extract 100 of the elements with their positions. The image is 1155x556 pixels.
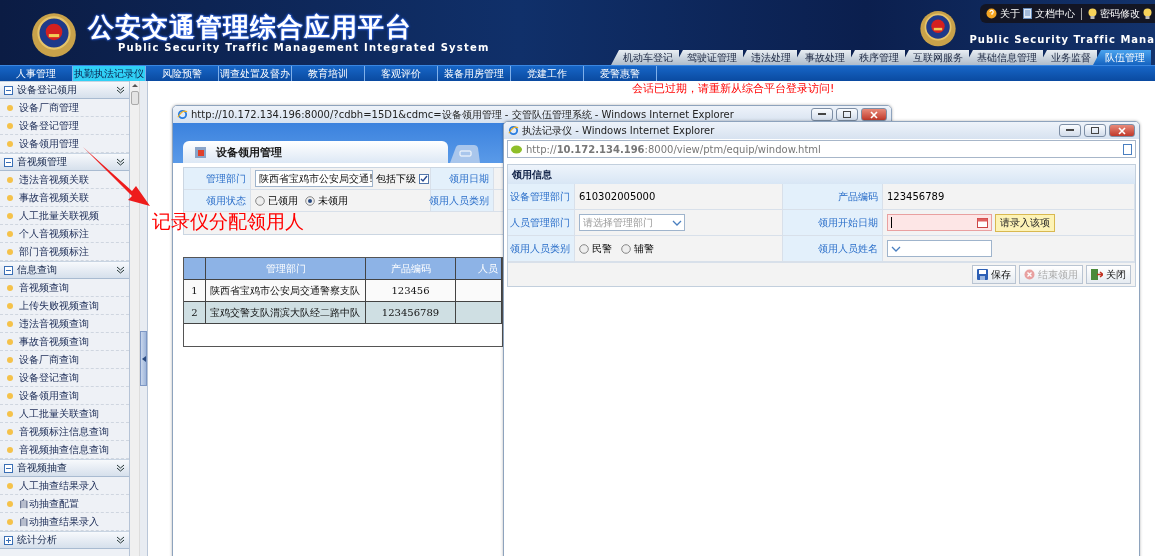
field-label: 领用状态 xyxy=(184,190,251,212)
sidebar-item[interactable]: 音视频标注信息查询 xyxy=(19,424,109,439)
bullet-icon xyxy=(7,482,13,489)
page-icon xyxy=(1123,143,1132,155)
bullet-icon xyxy=(7,176,13,183)
nav-item[interactable]: 教育培训 xyxy=(292,66,365,81)
sidebar-item[interactable]: 设备领用管理 xyxy=(19,136,79,151)
dropdown-field[interactable]: 陕西省宝鸡市公安局交通! xyxy=(255,170,373,187)
sidebar-section-header[interactable]: 音视频抽查 xyxy=(0,459,129,477)
sidebar-section-header[interactable]: 音视频管理 xyxy=(0,153,129,171)
browser-icon xyxy=(508,125,519,136)
table-row[interactable]: 1 陕西省宝鸡市公安局交通警察支队 123456 xyxy=(184,280,502,302)
sidebar-item[interactable]: 违法音视频查询 xyxy=(19,316,89,331)
address-bar[interactable]: http://10.172.134.196:8000/view/ptm/equip/window.html xyxy=(507,140,1136,158)
radio-label: 民警 xyxy=(592,241,612,256)
bullet-icon xyxy=(7,374,13,381)
browser-icon xyxy=(177,109,188,120)
row-number: 2 xyxy=(184,302,206,323)
sidebar-section-header[interactable]: 信息查询 xyxy=(0,261,129,279)
close-button[interactable] xyxy=(1109,124,1135,137)
collapse-arrow-icon[interactable] xyxy=(141,355,146,362)
sidebar-item[interactable]: 设备厂商管理 xyxy=(19,100,79,115)
bullet-icon xyxy=(7,392,13,399)
nav-item[interactable]: 党建工作 xyxy=(511,66,584,81)
sidebar-item[interactable]: 音视频查询 xyxy=(19,280,69,295)
sidebar-item[interactable]: 违法音视频关联 xyxy=(19,172,89,187)
maximize-button[interactable] xyxy=(1084,124,1106,137)
sidebar-item[interactable]: 个人音视频标注 xyxy=(19,226,89,241)
chevron-down-icon xyxy=(116,464,125,472)
dropdown-field[interactable] xyxy=(887,240,992,257)
module-tab[interactable]: 机动车登记 xyxy=(611,50,679,65)
sidebar-item[interactable]: 自动抽查结果录入 xyxy=(19,514,99,529)
bullet-icon xyxy=(7,410,13,417)
bullet-icon xyxy=(7,500,13,507)
action-button[interactable]: 保存 xyxy=(972,265,1016,284)
nav-item[interactable]: 爱警惠警 xyxy=(584,66,657,81)
radio-button[interactable] xyxy=(621,243,631,254)
date-field[interactable] xyxy=(887,214,992,231)
text-cursor xyxy=(891,217,892,228)
sidebar-section-header[interactable]: 统计分析 xyxy=(0,531,129,549)
minimize-button[interactable] xyxy=(1059,124,1081,137)
bullet-icon xyxy=(7,356,13,363)
sidebar-item[interactable]: 事故音视频查询 xyxy=(19,334,89,349)
exit-icon xyxy=(1091,269,1103,280)
checkbox[interactable] xyxy=(419,173,429,184)
window-title: 执法记录仪 - Windows Internet Explorer xyxy=(522,123,716,138)
sidebar-item[interactable]: 设备登记查询 xyxy=(19,370,79,385)
maximize-icon xyxy=(843,111,851,118)
sidebar-item[interactable]: 音视频抽查信息查询 xyxy=(19,442,109,457)
radio-button[interactable] xyxy=(305,195,315,206)
toolbar-link[interactable]: 密码修改 xyxy=(1100,6,1140,21)
sidebar-item[interactable]: 人工批量关联视频 xyxy=(19,208,99,223)
app-subtitle: Public Security Traffic Management Integrated System xyxy=(118,42,490,53)
bullet-icon xyxy=(7,230,13,237)
chevron-down-icon xyxy=(116,158,125,166)
minimize-button[interactable] xyxy=(811,108,833,121)
close-button[interactable] xyxy=(861,108,887,121)
bullet-icon xyxy=(7,140,13,147)
sidebar-section-header[interactable]: 设备登记领用 xyxy=(0,81,129,99)
row-number: 1 xyxy=(184,280,206,301)
module-tab[interactable]: 队伍管理 xyxy=(1093,50,1151,65)
field-value: 123456789 xyxy=(887,191,945,202)
help-icon xyxy=(986,8,997,19)
stop-icon xyxy=(1024,269,1035,280)
maximize-icon xyxy=(1091,127,1099,134)
column-header: 人员 xyxy=(456,258,502,279)
sidebar-item[interactable]: 人工批量关联查询 xyxy=(19,406,99,421)
nav-item[interactable]: 执勤执法记录仪 xyxy=(73,66,146,81)
page-tab[interactable]: 设备领用管理 xyxy=(183,141,448,163)
app-subtitle: Public Security Traffic Mana xyxy=(969,34,1155,45)
sidebar-item[interactable]: 事故音视频关联 xyxy=(19,190,89,205)
scrollbar[interactable] xyxy=(130,81,140,556)
sidebar-item[interactable]: 设备领用查询 xyxy=(19,388,79,403)
table-cell: 123456789 xyxy=(366,302,456,323)
nav-item[interactable]: 客观评价 xyxy=(365,66,438,81)
toolbar-link[interactable]: 文档中心 xyxy=(1035,6,1075,21)
sidebar-item[interactable]: 设备登记管理 xyxy=(19,118,79,133)
sidebar-item[interactable]: 部门音视频标注 xyxy=(19,244,89,259)
sidebar-item[interactable]: 自动抽查配置 xyxy=(19,496,79,511)
column-header: 管理部门 xyxy=(206,258,366,279)
annotation-text: 记录仪分配领用人 xyxy=(152,209,304,234)
sidebar-item[interactable]: 设备厂商查询 xyxy=(19,352,79,367)
lightbulb-icon xyxy=(1143,7,1152,20)
table-row[interactable]: 2 宝鸡交警支队渭滨大队经二路中队 123456789 xyxy=(184,302,502,324)
toolbar-link[interactable]: 关于 xyxy=(1000,6,1020,21)
radio-button[interactable] xyxy=(579,243,589,254)
nav-item[interactable]: 装备用房管理 xyxy=(438,66,511,81)
table-cell: 宝鸡交警支队渭滨大队经二路中队 xyxy=(206,302,366,323)
chevron-down-icon xyxy=(116,536,125,544)
field-value: 610302005000 xyxy=(579,191,656,202)
radio-label: 未领用 xyxy=(318,193,348,208)
nav-item[interactable]: 调查处置及督办 xyxy=(219,66,292,81)
action-button[interactable]: 关闭 xyxy=(1086,265,1131,284)
maximize-button[interactable] xyxy=(836,108,858,121)
radio-button[interactable] xyxy=(255,195,265,206)
sidebar-item[interactable]: 上传失败视频查询 xyxy=(19,298,99,313)
scrollbar-thumb[interactable] xyxy=(130,91,139,105)
field-label: 领用日期 xyxy=(431,168,494,190)
session-expired-message: 会话已过期，请重新从综合平台登录访问! xyxy=(632,81,835,96)
sidebar-item[interactable]: 人工抽查结果录入 xyxy=(19,478,99,493)
